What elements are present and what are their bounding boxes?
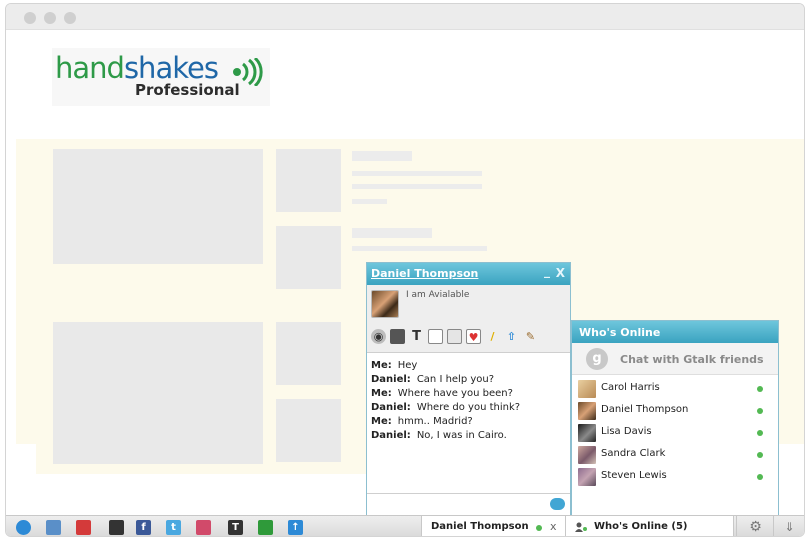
chat-profile: I am Avialable ◉ T ♥ / ⇧ ✎	[367, 285, 570, 353]
chat-window[interactable]: Daniel Thompson _ X I am Avialable ◉ T ♥…	[366, 262, 571, 516]
online-dot-icon	[757, 430, 763, 436]
avatar	[578, 468, 596, 486]
divider	[773, 516, 774, 536]
avatar	[371, 290, 399, 318]
chat-toolbar: ◉ T ♥ / ⇧ ✎	[371, 329, 538, 344]
window-dot[interactable]	[44, 12, 56, 24]
text-icon[interactable]: T	[228, 520, 243, 535]
friend-item[interactable]: Lisa Davis	[578, 423, 773, 443]
placeholder-line	[352, 151, 412, 161]
online-dot-icon	[757, 452, 763, 458]
megaphone-icon[interactable]	[76, 520, 91, 535]
online-dot-icon	[757, 474, 763, 480]
globe-icon[interactable]	[16, 520, 31, 535]
chevron-down-icon[interactable]: ⇓	[781, 519, 798, 536]
upload-icon[interactable]: ↑	[288, 520, 303, 535]
avatar	[578, 424, 596, 442]
placeholder-line	[352, 184, 482, 189]
title-bar	[6, 4, 804, 30]
chat-header[interactable]: Daniel Thompson _ X	[367, 263, 570, 285]
placeholder-block	[276, 226, 341, 289]
chat-tab[interactable]: Daniel Thompson x	[421, 516, 566, 536]
online-dot-icon	[757, 408, 763, 414]
logo: handshakes Professional	[52, 48, 270, 106]
webcam-icon[interactable]: ◉	[371, 329, 386, 344]
avatar	[578, 446, 596, 464]
status-message: I am Avialable	[406, 290, 470, 300]
message: Me: hmm.. Madrid?	[371, 416, 473, 427]
share-icon[interactable]	[258, 520, 273, 535]
game-icon[interactable]	[109, 520, 124, 535]
upload-icon[interactable]: ⇧	[504, 329, 519, 344]
friend-item[interactable]: Carol Harris	[578, 379, 773, 399]
text-format-icon[interactable]: T	[409, 329, 424, 344]
whiteboard-icon[interactable]	[428, 329, 443, 344]
gtalk-label: Chat with Gtalk friends	[620, 353, 764, 366]
google-icon: g	[586, 348, 608, 370]
twitter-icon[interactable]: t	[166, 520, 181, 535]
pencil-icon[interactable]: /	[485, 329, 500, 344]
placeholder-line	[352, 228, 432, 238]
online-header[interactable]: Who's Online	[572, 321, 778, 343]
message: Me: Hey	[371, 360, 418, 371]
logo-part2: shakes	[123, 51, 219, 85]
square-icon[interactable]	[196, 520, 211, 535]
copy-icon[interactable]	[447, 329, 462, 344]
logo-part1: hand	[55, 51, 125, 85]
window-dot[interactable]	[64, 12, 76, 24]
browser-window: handshakes Professional Daniel Thompson …	[5, 3, 805, 537]
logo-subtitle: Professional	[135, 81, 240, 99]
placeholder-block	[276, 149, 341, 212]
friend-item[interactable]: Daniel Thompson	[578, 401, 773, 421]
close-tab-button[interactable]: x	[550, 520, 557, 533]
card-icon[interactable]: ♥	[466, 329, 481, 344]
online-dot-icon	[536, 525, 542, 531]
window-dot[interactable]	[24, 12, 36, 24]
screen-share-icon[interactable]	[390, 329, 405, 344]
facebook-icon[interactable]: f	[136, 520, 151, 535]
bottom-bar: f t T ↑ Daniel Thompson x Who's Online (…	[6, 515, 804, 536]
minimize-button[interactable]: _	[544, 264, 550, 278]
gear-icon[interactable]: ⚙	[747, 519, 764, 536]
placeholder-block	[53, 322, 263, 464]
message-input[interactable]	[367, 493, 570, 515]
message: Daniel: Can I help you?	[371, 374, 495, 385]
logo-wordmark: handshakes	[55, 51, 219, 85]
placeholder-line	[352, 171, 482, 176]
send-bubble-icon[interactable]	[550, 498, 565, 510]
friend-item[interactable]: Steven Lewis	[578, 467, 773, 487]
message-list: Me: Hey Daniel: Can I help you? Me: Where h…	[371, 359, 567, 443]
placeholder-line	[352, 246, 487, 251]
broom-icon[interactable]: ✎	[523, 329, 538, 344]
message: Daniel: No, I was in Cairo.	[371, 430, 507, 441]
gtalk-button[interactable]: g Chat with Gtalk friends	[572, 343, 778, 375]
placeholder-block	[53, 149, 263, 264]
avatar	[578, 380, 596, 398]
placeholder-block	[276, 399, 341, 462]
divider	[736, 516, 737, 536]
message: Daniel: Where do you think?	[371, 402, 521, 413]
photo-icon[interactable]	[46, 520, 61, 535]
online-title: Who's Online	[579, 326, 661, 339]
avatar	[578, 402, 596, 420]
placeholder-block	[276, 322, 341, 385]
online-dot-icon	[757, 386, 763, 392]
whos-online-tab[interactable]: Who's Online (5)	[566, 516, 734, 536]
user-icon	[575, 522, 587, 532]
close-button[interactable]: X	[556, 266, 565, 280]
friend-item[interactable]: Sandra Clark	[578, 445, 773, 465]
chat-title[interactable]: Daniel Thompson	[371, 267, 478, 280]
message: Me: Where have you been?	[371, 388, 513, 399]
placeholder-line	[352, 199, 387, 204]
whos-online-panel: Who's Online g Chat with Gtalk friends C…	[571, 320, 779, 516]
